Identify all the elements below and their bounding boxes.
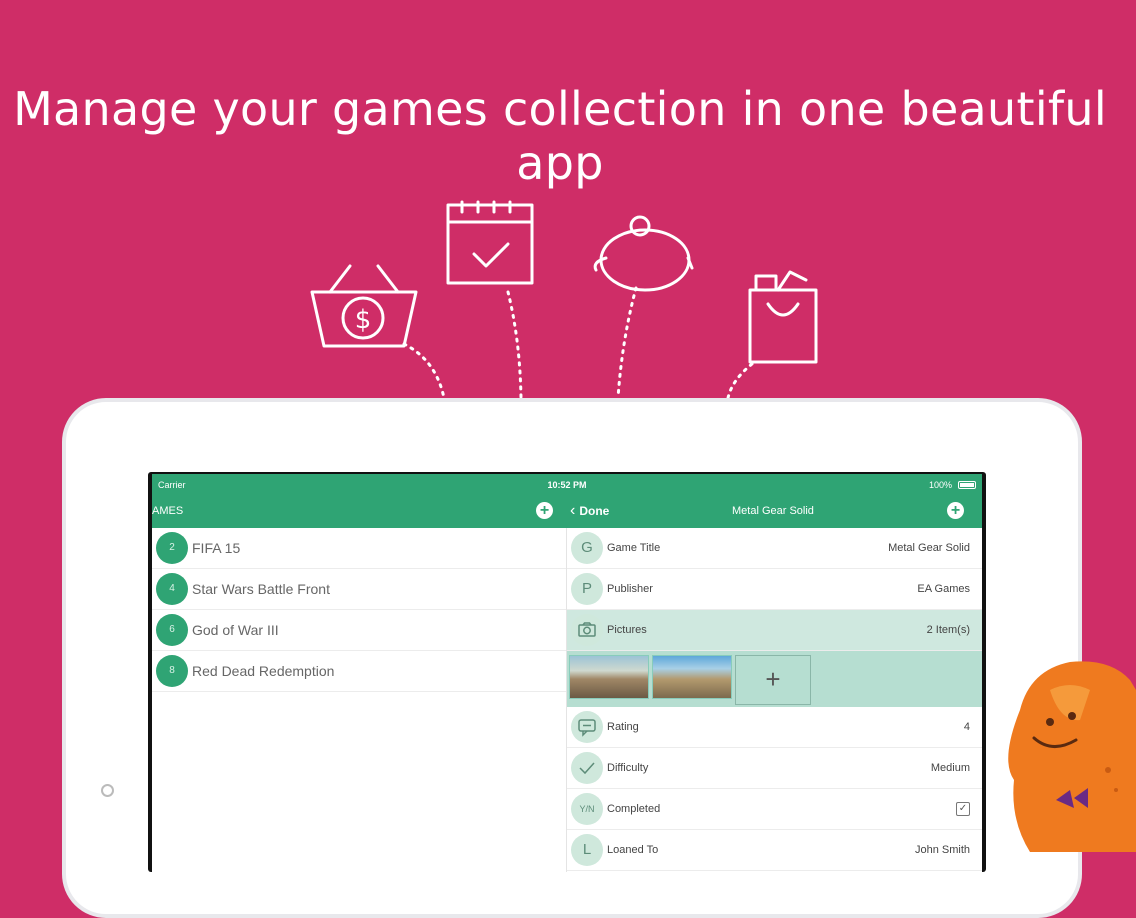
add-detail-button[interactable]: +: [947, 502, 964, 519]
game-name: FIFA 15: [192, 540, 241, 556]
nav-bar: AMES + ‹ Done Metal Gear Solid +: [152, 496, 982, 528]
pictures-strip: +: [567, 651, 982, 707]
status-bar: Carrier 10:52 PM 100%: [152, 474, 982, 496]
detail-row-completed[interactable]: Y/N Completed ✓: [567, 789, 982, 830]
camera-icon: [571, 614, 603, 646]
detail-row-difficulty[interactable]: Difficulty Medium: [567, 748, 982, 789]
battery-icon: [958, 481, 976, 489]
game-number-badge: 6: [156, 614, 188, 646]
game-detail: G Game Title Metal Gear Solid P Publishe…: [566, 528, 982, 872]
piggy-bank-icon: [593, 215, 694, 292]
list-item[interactable]: 8 Red Dead Redemption: [152, 651, 566, 692]
clock: 10:52 PM: [547, 480, 587, 490]
detail-label: Publisher: [607, 583, 653, 595]
detail-row-pictures[interactable]: Pictures 2 Item(s): [567, 610, 982, 651]
game-number-badge: 2: [156, 532, 188, 564]
completed-checkbox[interactable]: ✓: [956, 802, 970, 816]
detail-label: Game Title: [607, 542, 661, 554]
detail-value: Metal Gear Solid: [888, 542, 970, 554]
detail-label: Pictures: [607, 624, 647, 636]
detail-value: 4: [963, 721, 970, 733]
games-list: 2 FIFA 15 4 Star Wars Battle Front 6 God…: [152, 528, 566, 872]
list-item[interactable]: 6 God of War III: [152, 610, 566, 651]
game-number-badge: 4: [156, 573, 188, 605]
list-item[interactable]: 4 Star Wars Battle Front: [152, 569, 566, 610]
games-list-title: AMES: [152, 505, 184, 517]
detail-value: 2 Item(s): [926, 624, 970, 636]
done-label: Done: [579, 504, 610, 518]
detail-row-rating[interactable]: Rating 4: [567, 707, 982, 748]
detail-label: Loaned To: [607, 844, 659, 856]
done-button[interactable]: ‹ Done: [570, 502, 609, 520]
yes-no-badge: Y/N: [571, 793, 603, 825]
detail-label: Rating: [607, 721, 639, 733]
list-item[interactable]: 2 FIFA 15: [152, 528, 566, 569]
game-name: Star Wars Battle Front: [192, 581, 330, 597]
detail-label: Completed: [607, 803, 661, 815]
publisher-badge: P: [571, 573, 603, 605]
add-picture-button[interactable]: +: [735, 655, 811, 705]
loaned-badge: L: [571, 834, 603, 866]
app-screen: Carrier 10:52 PM 100% AMES + ‹ Done Metal…: [148, 472, 986, 872]
calendar-check-icon: [446, 200, 534, 285]
picture-thumbnail[interactable]: [569, 655, 649, 699]
game-name: Red Dead Redemption: [192, 663, 335, 679]
add-game-button[interactable]: +: [536, 502, 553, 519]
detail-title: Metal Gear Solid: [732, 505, 814, 517]
detail-row-publisher[interactable]: P Publisher EA Games: [567, 569, 982, 610]
picture-thumbnail[interactable]: [652, 655, 732, 699]
home-button: [101, 784, 114, 797]
detail-value: Medium: [930, 762, 970, 774]
svg-text:$: $: [355, 305, 372, 335]
detail-row-game-title[interactable]: G Game Title Metal Gear Solid: [567, 528, 982, 569]
shopping-bag-icon: [748, 270, 818, 364]
chevron-left-icon: ‹: [570, 502, 576, 519]
game-number-badge: 8: [156, 655, 188, 687]
feature-icons: $: [310, 200, 818, 400]
battery-percent: 100%: [928, 480, 952, 490]
detail-label: Difficulty: [607, 762, 649, 774]
game-title-badge: G: [571, 532, 603, 564]
detail-row-loaned-to[interactable]: L Loaned To John Smith: [567, 830, 982, 871]
orange-mascot-illustration: [1008, 661, 1136, 852]
checkmark-icon: [571, 752, 603, 784]
game-name: God of War III: [192, 622, 279, 638]
detail-value: EA Games: [917, 583, 970, 595]
shopping-basket-dollar-icon: $: [310, 264, 418, 348]
detail-value: John Smith: [914, 844, 970, 856]
speech-bubble-icon: [571, 711, 603, 743]
